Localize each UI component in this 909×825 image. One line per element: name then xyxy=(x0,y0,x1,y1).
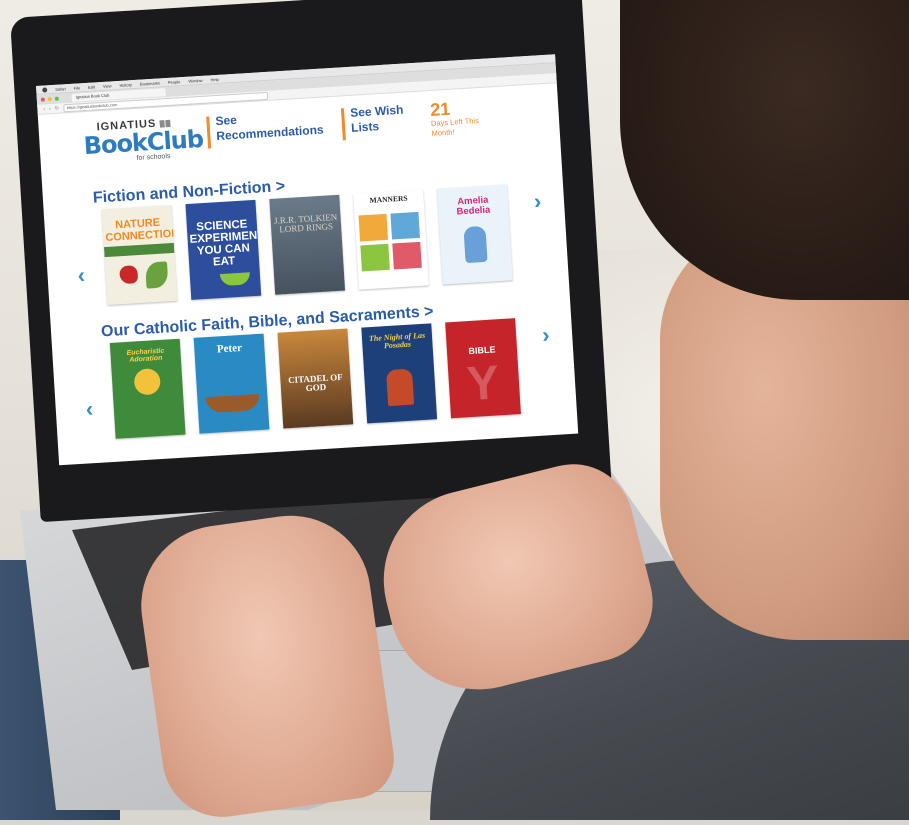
menu-item[interactable]: Safari xyxy=(55,86,66,92)
book-title: CITADEL OF GOD xyxy=(287,371,343,394)
bowl-illustration xyxy=(219,272,251,287)
carousel-next-icon[interactable]: › xyxy=(533,188,542,214)
book-cover[interactable]: MANNERS xyxy=(353,189,429,290)
comic-panel xyxy=(392,241,422,270)
see-recommendations-link[interactable]: See Recommendations xyxy=(215,107,337,144)
book-cover[interactable]: CITADEL OF GOD xyxy=(277,328,354,429)
book-cover[interactable]: Eucharistic Adoration xyxy=(109,338,186,439)
back-icon[interactable]: ‹ xyxy=(43,106,45,112)
monstrance-illustration xyxy=(133,367,162,396)
forward-icon[interactable]: › xyxy=(49,106,51,112)
header-divider xyxy=(340,108,346,141)
book-cover[interactable]: J.R.R. TOLKIEN LORD RINGS xyxy=(269,194,346,295)
close-window-icon[interactable] xyxy=(40,97,45,102)
book-title: SCIENCE EXPERIMENTS YOU CAN EAT xyxy=(189,218,262,269)
cover-y-graphic: Y xyxy=(465,356,501,412)
menu-item[interactable]: Help xyxy=(210,76,219,81)
menu-item[interactable]: View xyxy=(103,83,112,89)
comic-panel xyxy=(360,243,390,272)
book-cover[interactable]: Amelia Bedelia xyxy=(437,184,513,285)
book-title: Amelia Bedelia xyxy=(456,194,491,218)
header-divider xyxy=(206,116,212,149)
menu-item[interactable]: People xyxy=(168,79,181,85)
cardinal-illustration xyxy=(119,265,139,285)
cover-band xyxy=(103,242,175,258)
left-hand xyxy=(130,505,400,825)
apple-icon[interactable] xyxy=(42,86,48,93)
figure-illustration xyxy=(386,368,415,407)
see-wish-lists-link[interactable]: See Wish Lists xyxy=(350,102,418,136)
comic-panel xyxy=(358,213,389,242)
menu-item[interactable]: Edit xyxy=(88,84,95,89)
comic-panel xyxy=(390,211,420,240)
menu-item[interactable]: File xyxy=(73,85,80,90)
carousel-prev-icon[interactable]: ‹ xyxy=(77,262,86,288)
menu-item[interactable]: History xyxy=(119,82,132,88)
boat-illustration xyxy=(205,393,261,414)
book-title: Peter xyxy=(216,341,243,356)
book-title: The Night of Las Posadas xyxy=(368,330,426,351)
reload-icon[interactable]: ↻ xyxy=(55,105,60,111)
days-left-counter: 21 Days Left This Month! xyxy=(430,97,490,138)
book-cover[interactable]: Peter xyxy=(193,333,270,434)
book-cover[interactable]: BIBLE Y xyxy=(445,318,521,419)
menu-item[interactable]: Bookmarks xyxy=(140,80,160,86)
book-club-page: IGNATIUS BookClub for schools See Recomm… xyxy=(38,83,578,454)
ignatius-bookclub-logo[interactable]: IGNATIUS BookClub for schools xyxy=(82,115,204,165)
maximize-window-icon[interactable] xyxy=(54,96,59,101)
book-title: Eucharistic Adoration xyxy=(126,347,165,365)
carousel-next-icon[interactable]: › xyxy=(541,322,550,348)
days-left-label: Days Left This Month! xyxy=(430,116,480,138)
book-title: MANNERS xyxy=(369,193,408,205)
book-title: NATURE CONNECTION xyxy=(105,216,178,244)
carousel-prev-icon[interactable]: ‹ xyxy=(85,396,94,422)
leaf-illustration xyxy=(144,261,169,289)
laptop-screen: Safari File Edit View History Bookmarks … xyxy=(36,54,579,466)
character-illustration xyxy=(463,225,488,264)
book-title: J.R.R. TOLKIEN LORD RINGS xyxy=(273,211,338,235)
book-cover[interactable]: The Night of Las Posadas xyxy=(361,323,438,424)
menu-item[interactable]: Window xyxy=(188,77,203,83)
book-cover[interactable]: NATURE CONNECTION xyxy=(101,204,178,306)
minimize-window-icon[interactable] xyxy=(47,97,52,102)
book-cover[interactable]: SCIENCE EXPERIMENTS YOU CAN EAT xyxy=(185,199,262,300)
logo-main: BookClub xyxy=(82,124,204,161)
